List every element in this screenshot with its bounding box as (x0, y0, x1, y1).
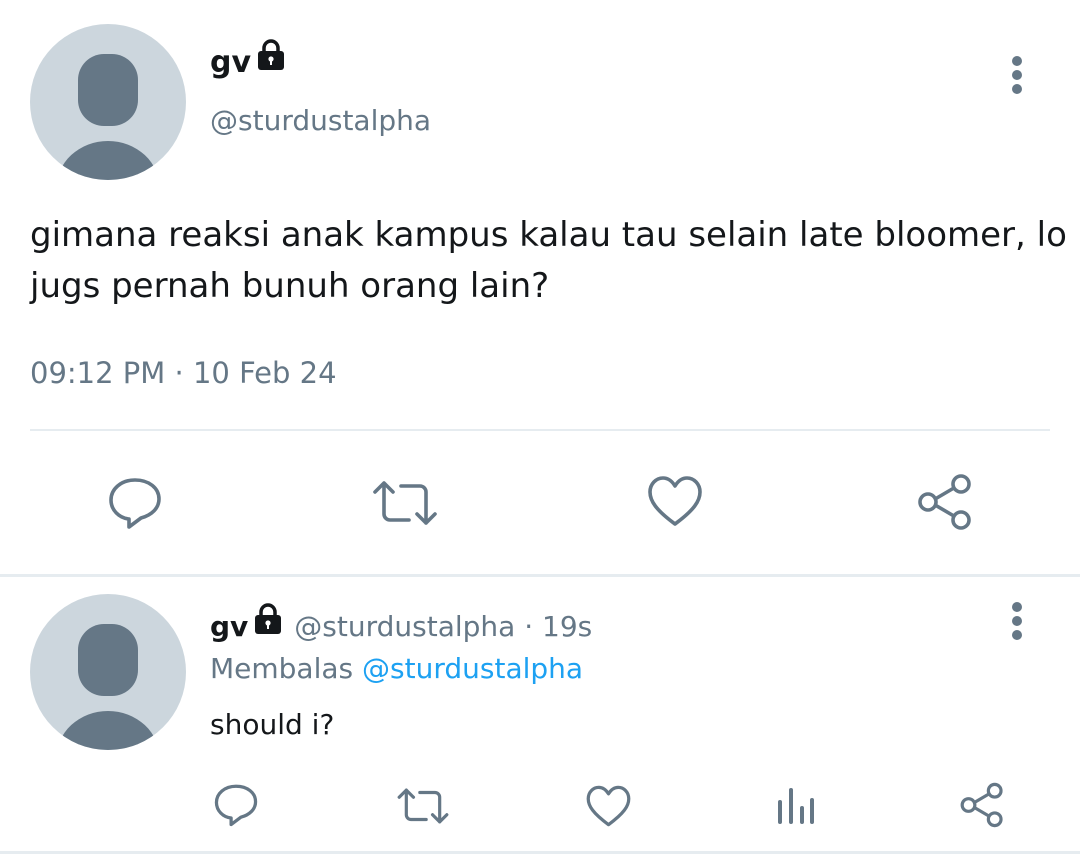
reply-avatar[interactable] (30, 594, 186, 750)
author-row: gv (210, 38, 287, 84)
retweet-icon[interactable] (371, 478, 439, 528)
lock-icon (252, 602, 284, 640)
replying-prefix: Membalas (210, 652, 354, 685)
tweet-text-line: jugs pernah bunuh orang lain? (30, 266, 550, 306)
reply-more-options-icon[interactable] (1003, 600, 1031, 644)
handle[interactable]: @sturdustalpha (210, 104, 431, 137)
analytics-icon[interactable] (776, 786, 816, 826)
replying-to-line: Membalas @sturdustalpha (210, 652, 583, 685)
reply-handle-time[interactable]: @sturdustalpha · 19s (294, 610, 592, 643)
more-options-icon[interactable] (1003, 54, 1031, 98)
tweet-text-line: gimana reaksi anak kampus kalau tau sela… (30, 215, 1067, 255)
share-icon[interactable] (958, 782, 1006, 828)
share-icon[interactable] (915, 473, 975, 531)
timestamp[interactable]: 09:12 PM · 10 Feb 24 (30, 356, 337, 390)
bottom-divider (0, 851, 1080, 854)
retweet-icon[interactable] (396, 786, 450, 826)
replying-to-handle[interactable]: @sturdustalpha (362, 652, 583, 685)
section-divider (0, 574, 1080, 577)
reply-icon[interactable] (213, 783, 259, 827)
lock-icon (255, 38, 287, 76)
like-icon[interactable] (646, 474, 704, 528)
default-avatar-icon (56, 624, 160, 750)
reply-author-row: gv @sturdustalpha · 19s (210, 602, 592, 648)
tweet-text: gimana reaksi anak kampus kalau tau sela… (30, 210, 1075, 312)
like-icon[interactable] (585, 784, 632, 828)
reply-text: should i? (210, 708, 335, 741)
default-avatar-icon (56, 54, 160, 180)
divider (30, 429, 1050, 431)
display-name[interactable]: gv (210, 45, 251, 80)
reply-icon[interactable] (107, 476, 163, 530)
reply-display-name[interactable]: gv (210, 610, 248, 643)
avatar[interactable] (30, 24, 186, 180)
